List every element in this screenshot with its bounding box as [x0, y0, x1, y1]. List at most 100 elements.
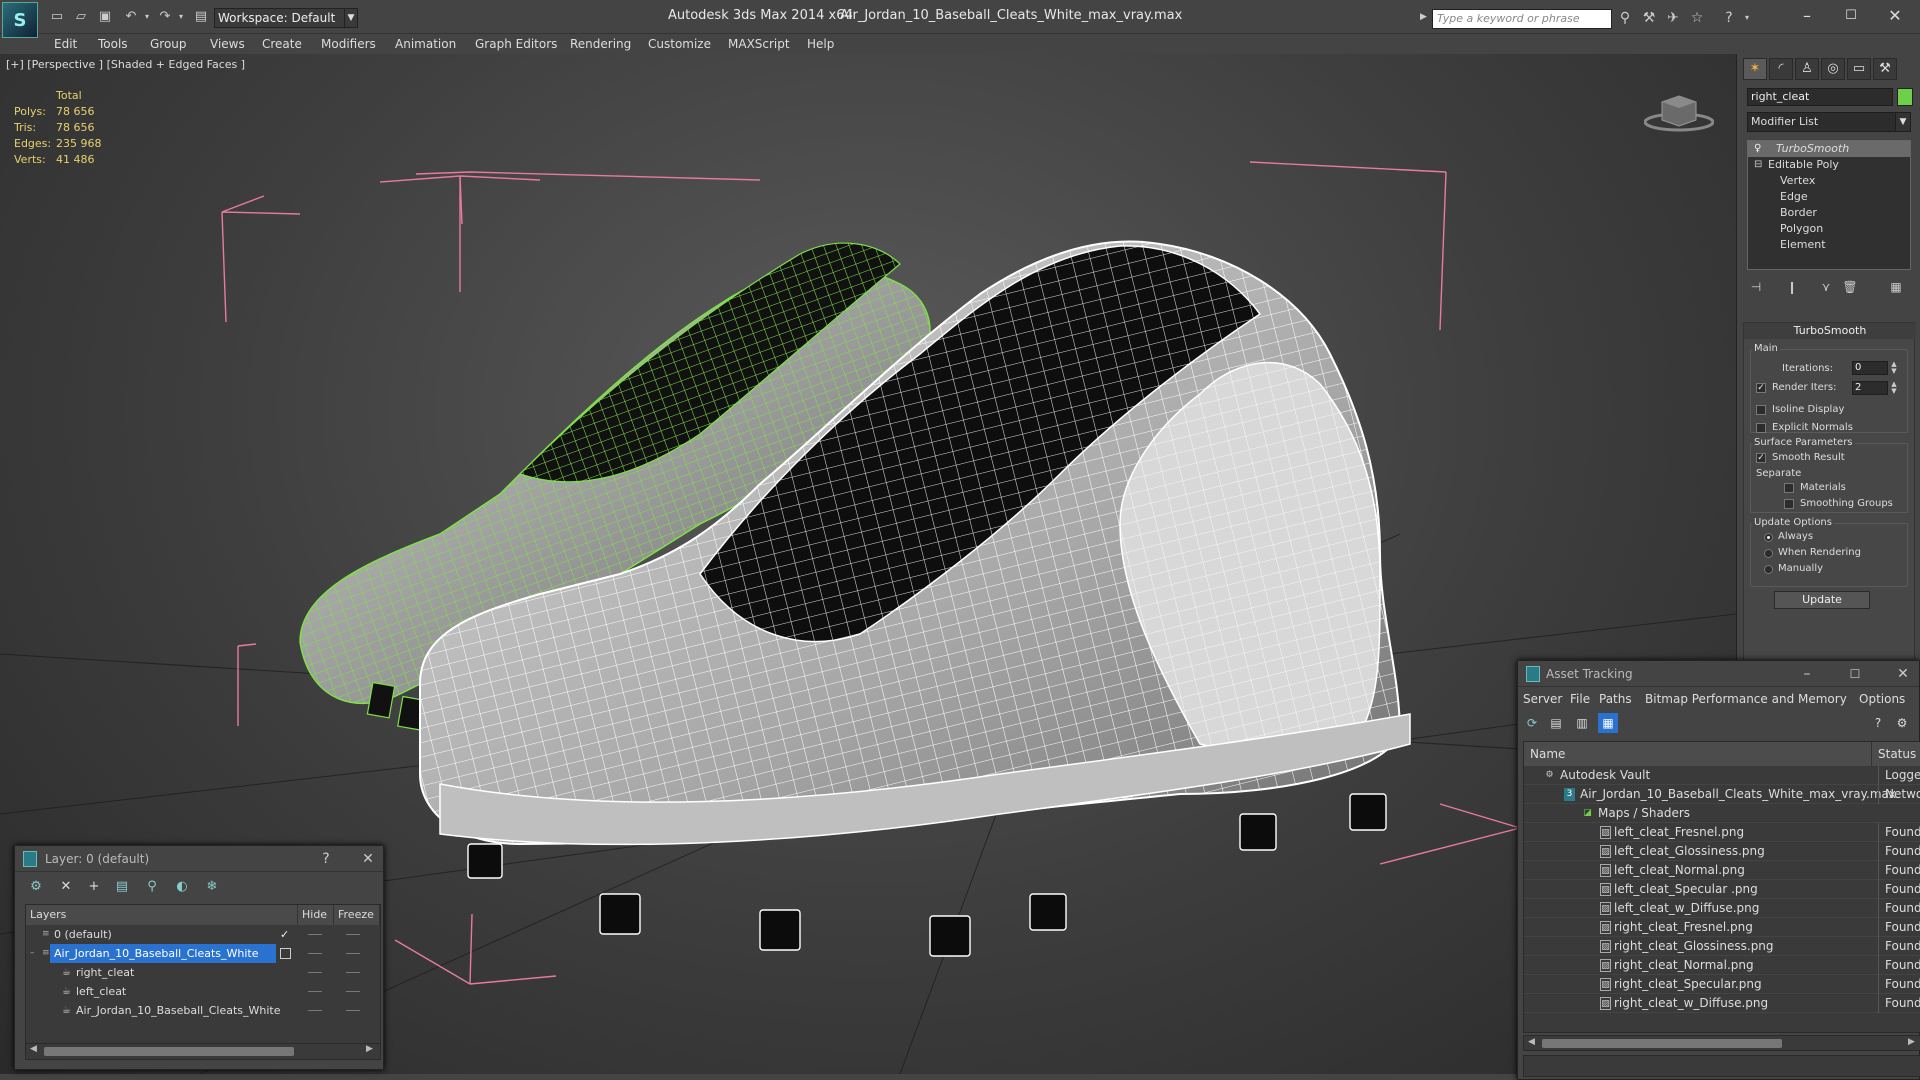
- maximize-icon[interactable]: ☐: [1836, 5, 1866, 27]
- list-view-icon[interactable]: ▤: [1546, 713, 1566, 733]
- menu-edit[interactable]: Edit: [54, 34, 77, 54]
- scroll-left-icon[interactable]: ◀: [30, 1044, 37, 1054]
- asset-row[interactable]: ◪ Maps / Shaders: [1524, 804, 1920, 823]
- asset-row[interactable]: ▨ right_cleat_w_Diffuse.png Found: [1524, 994, 1920, 1013]
- freeze-all-icon[interactable]: ❄: [201, 876, 223, 898]
- menu-paths[interactable]: Paths: [1599, 689, 1632, 709]
- utilities-tab-icon[interactable]: ⚒: [1873, 58, 1897, 80]
- pin-stack-icon[interactable]: ⊣: [1747, 278, 1765, 296]
- scrollbar-thumb[interactable]: [1542, 1039, 1782, 1048]
- scroll-right-icon[interactable]: ▶: [1908, 1037, 1915, 1047]
- minimize-icon[interactable]: –: [1792, 5, 1822, 27]
- spinner-arrows-icon[interactable]: ▲ ▼: [1890, 381, 1898, 395]
- materials-checkbox[interactable]: [1784, 483, 1794, 493]
- app-logo-icon[interactable]: S: [2, 2, 38, 38]
- table-view-icon[interactable]: ▦: [1598, 713, 1618, 733]
- stack-item-element[interactable]: Element: [1748, 237, 1826, 253]
- stack-item-edge[interactable]: Edge: [1748, 189, 1808, 205]
- hide-toggle[interactable]: [308, 934, 322, 935]
- horizontal-scrollbar[interactable]: ◀ ▶: [26, 1043, 380, 1059]
- close-icon[interactable]: ✕: [357, 846, 379, 872]
- layer-active-box[interactable]: [280, 948, 291, 959]
- stack-item-vertex[interactable]: Vertex: [1748, 173, 1815, 189]
- when-rendering-radio[interactable]: [1764, 549, 1773, 558]
- layer-row[interactable]: ☕ left_cleat: [26, 982, 380, 1001]
- hide-toggle[interactable]: [308, 972, 322, 973]
- hide-all-icon[interactable]: ◐: [171, 876, 193, 898]
- highlight-layer-icon[interactable]: ⚲: [141, 876, 163, 898]
- smooth-result-checkbox[interactable]: ✓: [1756, 453, 1766, 463]
- explicit-normals-checkbox[interactable]: [1756, 423, 1766, 433]
- layer-row[interactable]: ≡ 0 (default) ✓: [26, 925, 380, 944]
- create-tab-icon[interactable]: ✶: [1743, 58, 1767, 80]
- project-folder-icon[interactable]: ▤: [192, 9, 210, 25]
- help-icon[interactable]: ?: [1868, 713, 1888, 733]
- menu-options[interactable]: Options: [1859, 689, 1905, 709]
- menu-help[interactable]: Help: [807, 34, 834, 54]
- always-radio[interactable]: [1764, 533, 1773, 542]
- asset-row[interactable]: ▨ left_cleat_Specular .png Found: [1524, 880, 1920, 899]
- collapse-icon[interactable]: ⊟: [1754, 159, 1762, 170]
- modify-tab-icon[interactable]: ◜: [1769, 58, 1793, 80]
- delete-layer-icon[interactable]: ✕: [55, 876, 77, 898]
- lightbulb-icon[interactable]: ♀: [1754, 143, 1761, 154]
- new-file-icon[interactable]: ▭: [48, 9, 66, 25]
- add-layer-icon[interactable]: +: [83, 876, 105, 898]
- close-icon[interactable]: ✕: [1880, 5, 1910, 27]
- freeze-toggle[interactable]: [346, 991, 360, 992]
- menu-rendering[interactable]: Rendering: [570, 34, 631, 54]
- freeze-toggle[interactable]: [346, 972, 360, 973]
- remove-modifier-icon[interactable]: 🗑: [1841, 278, 1859, 296]
- make-unique-icon[interactable]: ⋎: [1817, 278, 1835, 296]
- hierarchy-tab-icon[interactable]: ♙: [1795, 58, 1819, 80]
- redo-dropdown-icon[interactable]: ▾: [172, 9, 190, 25]
- iterations-spinner[interactable]: 0: [1852, 361, 1888, 375]
- scroll-left-icon[interactable]: ◀: [1528, 1037, 1535, 1047]
- help-dropdown-icon[interactable]: ▾: [1738, 9, 1756, 27]
- hide-toggle[interactable]: [308, 953, 322, 954]
- menu-bitmap-performance[interactable]: Bitmap Performance and Memory: [1645, 689, 1847, 709]
- column-header-name[interactable]: Name: [1524, 742, 1872, 766]
- asset-row[interactable]: ▨ right_cleat_Normal.png Found: [1524, 956, 1920, 975]
- viewport-label[interactable]: [+] [Perspective ] [Shaded + Edged Faces…: [6, 58, 245, 71]
- workspace-dropdown-arrow-icon[interactable]: ▼: [344, 8, 358, 28]
- asset-row[interactable]: ▨ right_cleat_Fresnel.png Found: [1524, 918, 1920, 937]
- rollout-title[interactable]: TurboSmooth: [1744, 323, 1916, 339]
- smoothing-groups-checkbox[interactable]: [1784, 499, 1794, 509]
- column-header-hide[interactable]: Hide: [298, 905, 334, 925]
- menu-animation[interactable]: Animation: [395, 34, 456, 54]
- asset-row[interactable]: ▨ left_cleat_w_Diffuse.png Found: [1524, 899, 1920, 918]
- binoculars-icon[interactable]: ⚲: [1616, 9, 1634, 27]
- menu-graph-editors[interactable]: Graph Editors: [475, 34, 557, 54]
- favorites-star-icon[interactable]: ☆: [1688, 9, 1706, 27]
- freeze-toggle[interactable]: [346, 934, 360, 935]
- save-file-icon[interactable]: ▣: [96, 9, 114, 25]
- menu-modifiers[interactable]: Modifiers: [321, 34, 376, 54]
- menu-group[interactable]: Group: [150, 34, 187, 54]
- freeze-toggle[interactable]: [346, 1010, 360, 1011]
- asset-row[interactable]: ⚙ Autodesk Vault Logged Out: [1524, 766, 1920, 785]
- collapse-icon[interactable]: –: [30, 944, 35, 963]
- manually-radio[interactable]: [1764, 565, 1773, 574]
- refresh-icon[interactable]: ⟳: [1522, 713, 1542, 733]
- menu-maxscript[interactable]: MAXScript: [728, 34, 790, 54]
- close-icon[interactable]: ✕: [1892, 661, 1914, 687]
- workspace-dropdown[interactable]: Workspace: Default: [214, 8, 354, 28]
- motion-tab-icon[interactable]: ◎: [1821, 58, 1845, 80]
- asset-row[interactable]: ▨ left_cleat_Fresnel.png Found: [1524, 823, 1920, 842]
- menu-server[interactable]: Server: [1523, 689, 1562, 709]
- configure-sets-icon[interactable]: ▦: [1887, 278, 1905, 296]
- maximize-icon[interactable]: ☐: [1844, 661, 1866, 687]
- column-header-layers[interactable]: Layers: [26, 905, 298, 925]
- minimize-icon[interactable]: –: [1796, 661, 1818, 687]
- menu-views[interactable]: Views: [210, 34, 245, 54]
- scrollbar-thumb[interactable]: [44, 1047, 294, 1056]
- scroll-right-icon[interactable]: ▶: [366, 1044, 373, 1054]
- asset-row[interactable]: ▨ left_cleat_Glossiness.png Found: [1524, 842, 1920, 861]
- layer-row[interactable]: ☕ right_cleat: [26, 963, 380, 982]
- asset-panel-titlebar[interactable]: Asset Tracking – ☐ ✕: [1518, 661, 1919, 687]
- hide-toggle[interactable]: [308, 1010, 322, 1011]
- subscription-icon[interactable]: ⚒: [1640, 9, 1658, 27]
- hide-toggle[interactable]: [308, 991, 322, 992]
- open-file-icon[interactable]: ▱: [72, 9, 90, 25]
